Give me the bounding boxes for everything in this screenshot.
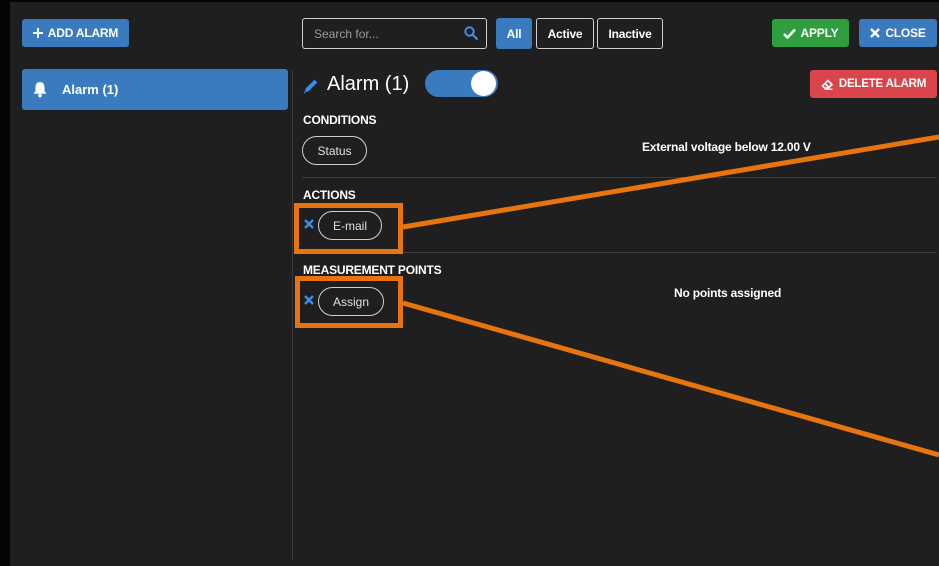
callout-lines [402, 134, 939, 458]
email-callout-line [402, 134, 939, 230]
assign-callout-line [402, 300, 939, 458]
